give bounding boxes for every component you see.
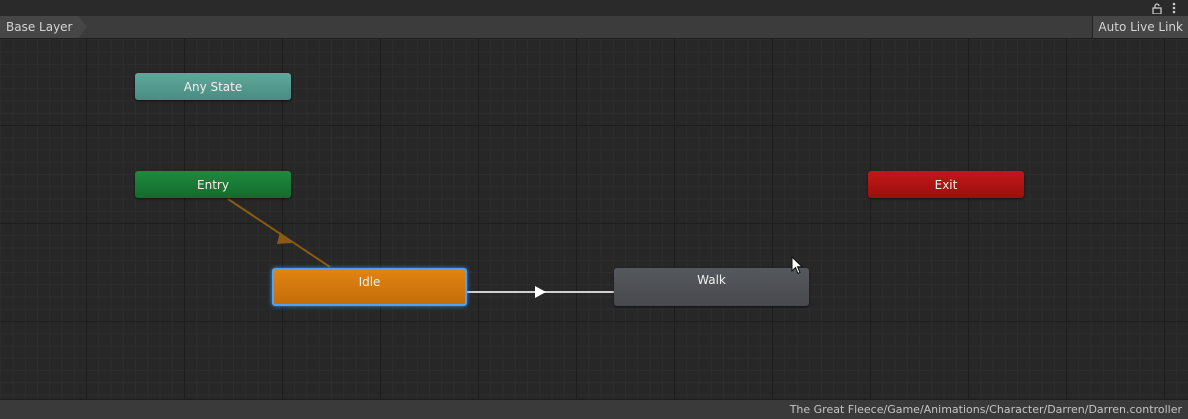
- state-label: Idle: [358, 275, 381, 289]
- state-entry[interactable]: Entry: [135, 171, 291, 198]
- auto-live-link-button[interactable]: Auto Live Link: [1092, 16, 1188, 38]
- state-any-state[interactable]: Any State: [135, 73, 291, 100]
- state-label: Entry: [197, 177, 229, 192]
- state-label: Exit: [934, 177, 958, 192]
- controller-path: The Great Fleece/Game/Animations/Charact…: [789, 403, 1182, 416]
- transition-entry-idle[interactable]: [227, 198, 331, 268]
- breadcrumb-label: Base Layer: [6, 20, 73, 34]
- lock-icon[interactable]: [1150, 1, 1164, 15]
- animator-toolbar: Base Layer Auto Live Link: [0, 16, 1188, 39]
- state-exit[interactable]: Exit: [868, 171, 1024, 198]
- state-walk[interactable]: Walk: [614, 268, 809, 306]
- state-idle[interactable]: Idle: [272, 268, 467, 306]
- state-label: Any State: [183, 79, 243, 94]
- status-bar: The Great Fleece/Game/Animations/Charact…: [0, 399, 1188, 419]
- auto-live-link-label: Auto Live Link: [1098, 20, 1183, 34]
- transition-arrow-icon: [535, 286, 546, 298]
- state-label: Walk: [697, 273, 726, 287]
- transition-idle-walk[interactable]: [467, 286, 614, 298]
- window-header: [0, 0, 1188, 16]
- mouse-cursor-icon: [791, 256, 804, 275]
- state-machine-graph[interactable]: Any State Entry Exit Idle Walk: [0, 39, 1188, 399]
- breadcrumb-base-layer[interactable]: Base Layer: [0, 16, 87, 38]
- kebab-menu-icon[interactable]: [1167, 1, 1181, 15]
